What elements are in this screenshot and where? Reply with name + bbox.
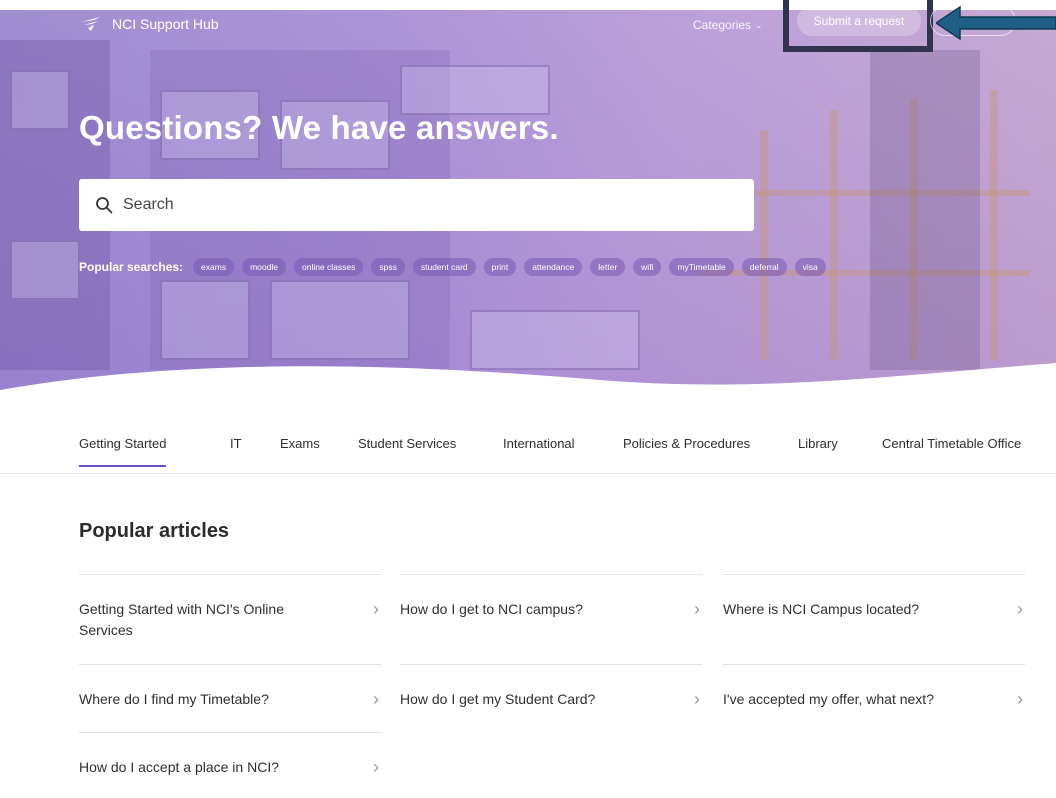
article-link[interactable]: Where is NCI Campus located? › (723, 574, 1025, 620)
nci-logo-icon (81, 17, 100, 31)
tab-exams[interactable]: Exams (280, 436, 320, 465)
article-title: How do I get my Student Card? (400, 691, 596, 707)
tree-trunk (870, 50, 980, 370)
chevron-right-icon: › (373, 757, 379, 777)
tab-international[interactable]: International (503, 436, 575, 465)
search-chip[interactable]: moodle (242, 258, 286, 276)
article-link[interactable]: Getting Started with NCI's Online Servic… (79, 574, 381, 641)
tab-central-timetable-office[interactable]: Central Timetable Office (882, 436, 1021, 465)
building-beam (990, 90, 998, 360)
search-input[interactable] (123, 196, 723, 214)
categories-label: Categories (693, 18, 752, 32)
chevron-right-icon: › (373, 689, 379, 709)
brand-name: NCI Support Hub (112, 16, 219, 32)
search-chip[interactable]: wifi (633, 258, 662, 276)
tab-getting-started[interactable]: Getting Started (79, 436, 167, 467)
tab-it[interactable]: IT (230, 436, 242, 465)
article-title: How do I get to NCI campus? (400, 601, 583, 617)
article-link[interactable]: Where do I find my Timetable? › (79, 664, 381, 710)
article-link[interactable]: I've accepted my offer, what next? › (723, 664, 1025, 710)
search-chip[interactable]: attendance (524, 258, 583, 276)
article-link[interactable]: How do I accept a place in NCI? › (79, 732, 381, 778)
chevron-down-icon: ⌄ (755, 19, 763, 30)
annotation-arrow-icon (936, 5, 1056, 41)
search-bar[interactable] (79, 179, 754, 231)
article-title: Where do I find my Timetable? (79, 691, 269, 707)
popular-searches: Popular searches: exams moodle online cl… (79, 258, 826, 276)
article-title: I've accepted my offer, what next? (723, 691, 934, 707)
article-title: Getting Started with NCI's Online Servic… (79, 601, 284, 638)
categories-dropdown[interactable]: Categories ⌄ (693, 18, 763, 32)
tab-library[interactable]: Library (798, 436, 838, 465)
search-chip[interactable]: exams (193, 258, 235, 276)
chevron-right-icon: › (373, 599, 379, 619)
chevron-right-icon: › (694, 599, 700, 619)
tab-student-services[interactable]: Student Services (358, 436, 456, 465)
category-tabs: Getting Started IT Exams Student Service… (0, 426, 1056, 474)
hero-wave (0, 363, 1056, 405)
search-chip[interactable]: online classes (293, 258, 364, 276)
building-beam (830, 110, 838, 360)
brand-logo[interactable]: NCI Support Hub (80, 16, 219, 32)
building-beam (760, 130, 768, 360)
submit-request-button[interactable]: Submit a request (797, 6, 921, 36)
popular-articles-title: Popular articles (79, 520, 230, 542)
tab-policies-procedures[interactable]: Policies & Procedures (623, 436, 750, 465)
building-window (10, 70, 70, 130)
search-chip[interactable]: deferral (741, 258, 787, 276)
chevron-right-icon: › (1017, 599, 1023, 619)
search-chip[interactable]: print (483, 258, 517, 276)
chevron-right-icon: › (1017, 689, 1023, 709)
article-title: How do I accept a place in NCI? (79, 759, 279, 775)
article-title: Where is NCI Campus located? (723, 601, 920, 617)
building-window (400, 65, 550, 115)
search-chip[interactable]: visa (794, 258, 826, 276)
search-icon (96, 197, 113, 214)
building-window (10, 240, 80, 300)
hero-title: Questions? We have answers. (79, 109, 559, 146)
search-chip[interactable]: myTimetable (669, 258, 734, 276)
article-link[interactable]: How do I get my Student Card? › (400, 664, 702, 710)
chevron-right-icon: › (694, 689, 700, 709)
popular-searches-label: Popular searches: (79, 260, 184, 274)
article-link[interactable]: How do I get to NCI campus? › (400, 574, 702, 620)
search-chip[interactable]: student card (412, 258, 476, 276)
search-chip[interactable]: letter (590, 258, 626, 276)
search-chip[interactable]: spss (371, 258, 405, 276)
